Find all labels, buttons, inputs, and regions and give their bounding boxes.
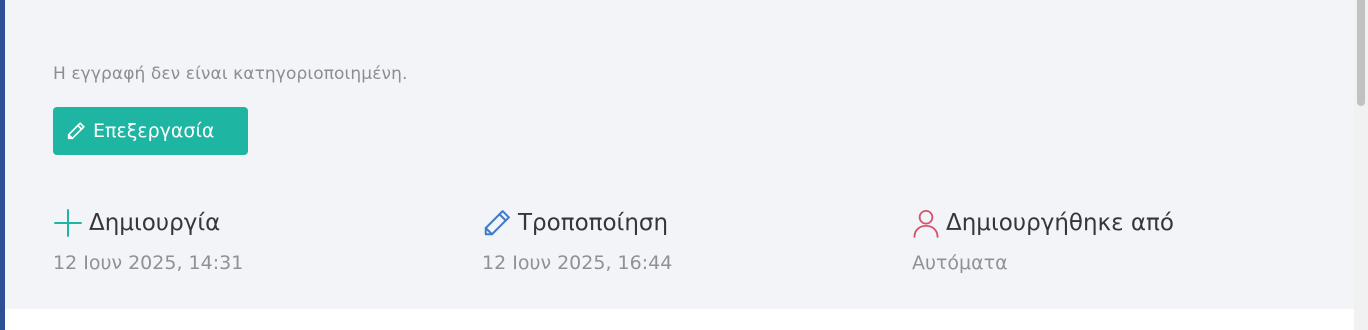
vertical-scrollbar[interactable]: [1354, 0, 1368, 330]
meta-created-by-label: Δημιουργήθηκε από: [946, 210, 1174, 236]
meta-created-by: Δημιουργήθηκε από Αυτόματα: [912, 206, 1174, 274]
meta-created-value: 12 Ιουν 2025, 14:31: [53, 252, 244, 274]
meta-modified-value: 12 Ιουν 2025, 16:44: [482, 252, 673, 274]
meta-created: Δημιουργία 12 Ιουν 2025, 14:31: [53, 206, 243, 274]
edit-button[interactable]: Επεξεργασία: [53, 107, 248, 155]
edit-button-label: Επεξεργασία: [93, 120, 215, 142]
meta-created-by-value: Αυτόματα: [912, 252, 1008, 274]
meta-created-label: Δημιουργία: [89, 210, 221, 236]
meta-modified: Τροποποίηση 12 Ιουν 2025, 16:44: [482, 206, 672, 274]
meta-modified-label: Τροποποίηση: [518, 210, 669, 236]
pencil-icon: [482, 208, 512, 238]
user-icon: [912, 208, 940, 238]
pencil-icon: [65, 120, 87, 142]
plus-icon: [53, 208, 83, 238]
scrollbar-thumb[interactable]: [1357, 0, 1365, 106]
category-note: Η εγγραφή δεν είναι κατηγοριοποιημένη.: [53, 64, 408, 84]
